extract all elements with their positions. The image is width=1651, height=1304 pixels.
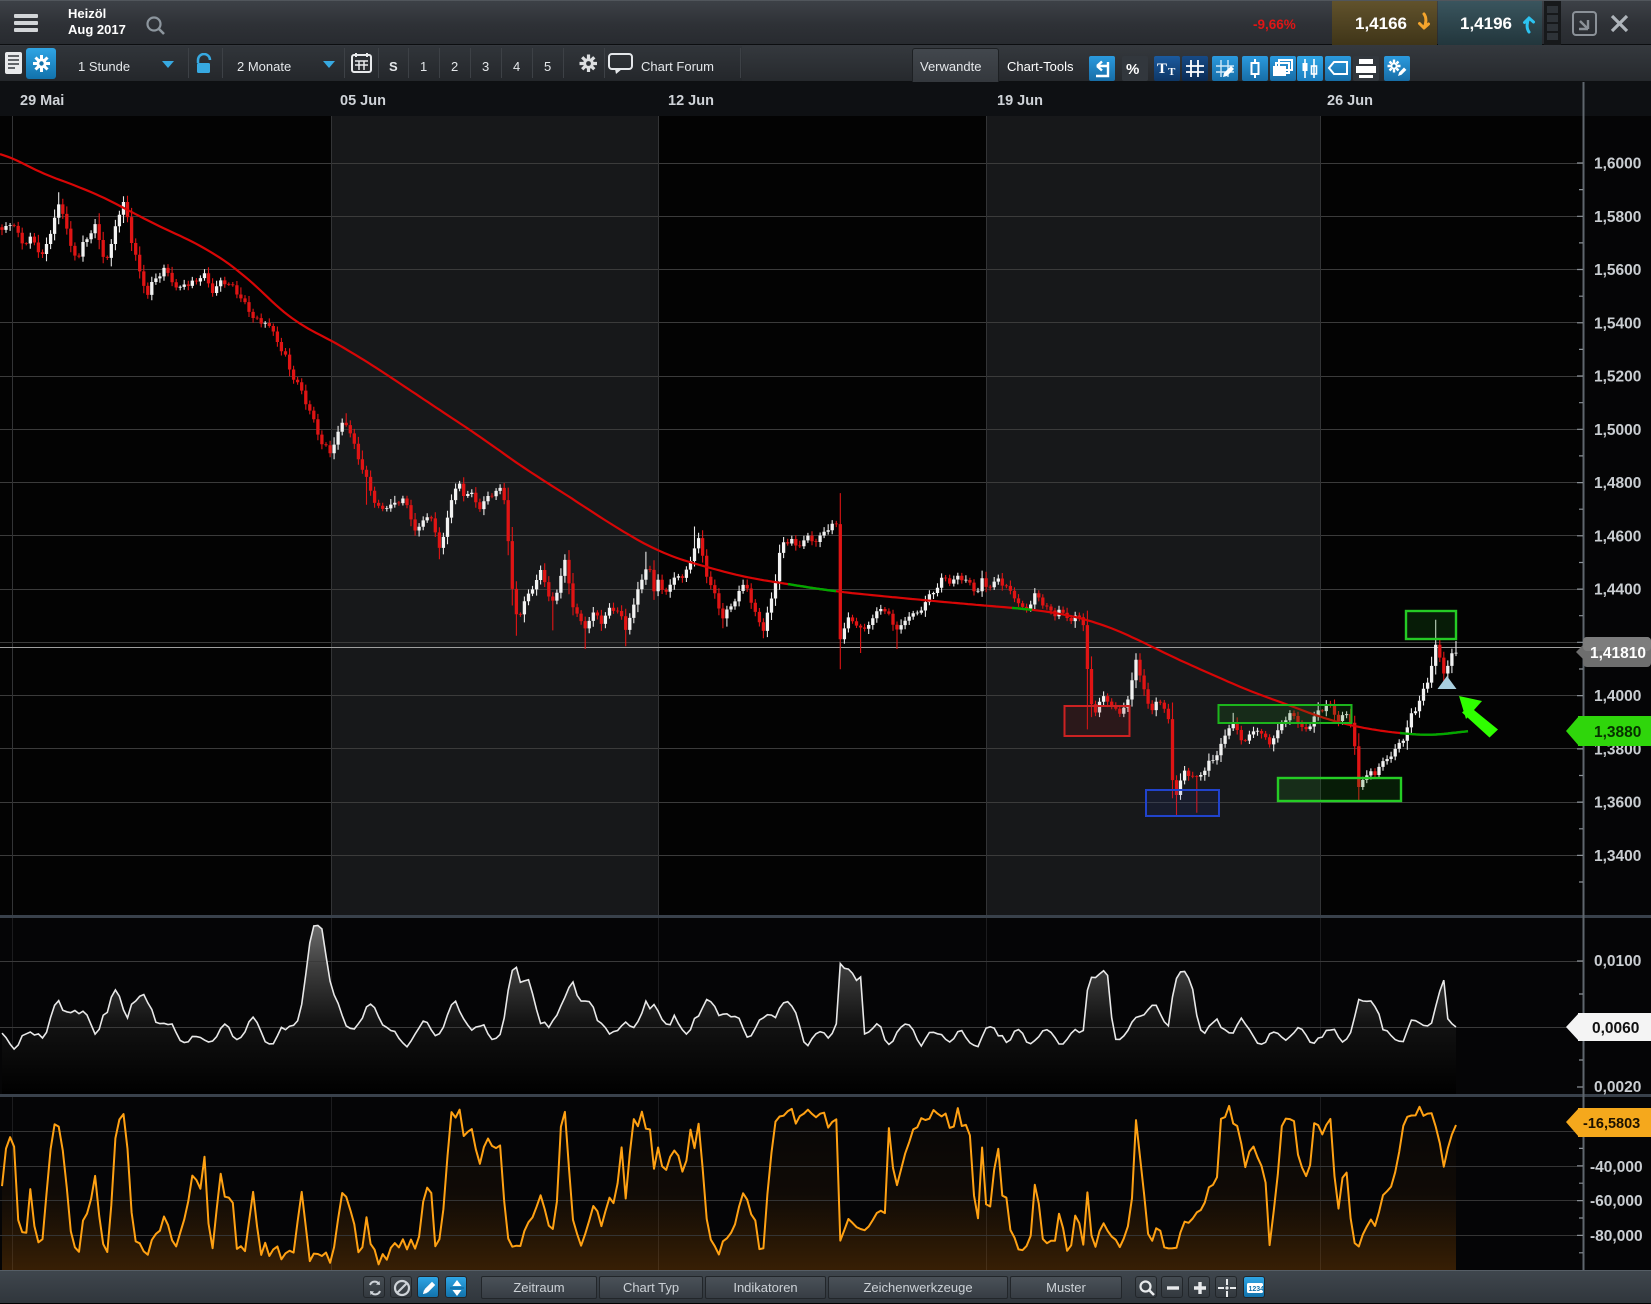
svg-text:1,3400: 1,3400 — [1594, 848, 1641, 865]
svg-text:1,3880: 1,3880 — [1594, 724, 1641, 741]
svg-text:0,0020: 0,0020 — [1594, 1079, 1641, 1096]
svg-text:0,0100: 0,0100 — [1594, 953, 1641, 970]
svg-text:1,41810: 1,41810 — [1590, 645, 1646, 662]
svg-text:1234: 1234 — [1249, 1286, 1265, 1293]
svg-text:T: T — [1157, 61, 1167, 77]
svg-text:1,6000: 1,6000 — [1594, 156, 1641, 173]
svg-text:1,4800: 1,4800 — [1594, 475, 1641, 492]
svg-text:1,5400: 1,5400 — [1594, 315, 1641, 332]
svg-text:1,5000: 1,5000 — [1594, 422, 1641, 439]
svg-text:0,0060: 0,0060 — [1592, 1020, 1639, 1037]
svg-text:1,5200: 1,5200 — [1594, 369, 1641, 386]
svg-text:-16,5803: -16,5803 — [1583, 1116, 1640, 1132]
svg-text:-60,000: -60,000 — [1590, 1193, 1643, 1210]
svg-text:1,4400: 1,4400 — [1594, 582, 1641, 599]
svg-text:T: T — [1168, 66, 1176, 78]
svg-text:%: % — [1126, 61, 1139, 78]
svg-text:12 Jun: 12 Jun — [668, 93, 714, 109]
svg-text:26 Jun: 26 Jun — [1327, 93, 1373, 109]
svg-text:1,4600: 1,4600 — [1594, 528, 1641, 545]
svg-text:29 Mai: 29 Mai — [20, 93, 64, 109]
svg-text:05 Jun: 05 Jun — [340, 93, 386, 109]
svg-text:1,5600: 1,5600 — [1594, 262, 1641, 279]
svg-text:19 Jun: 19 Jun — [997, 93, 1043, 109]
svg-text:1,5800: 1,5800 — [1594, 209, 1641, 226]
svg-text:-40,000: -40,000 — [1590, 1159, 1643, 1176]
svg-text:-80,000: -80,000 — [1590, 1228, 1643, 1245]
svg-text:1,4000: 1,4000 — [1594, 688, 1641, 705]
svg-text:1,3600: 1,3600 — [1594, 795, 1641, 812]
